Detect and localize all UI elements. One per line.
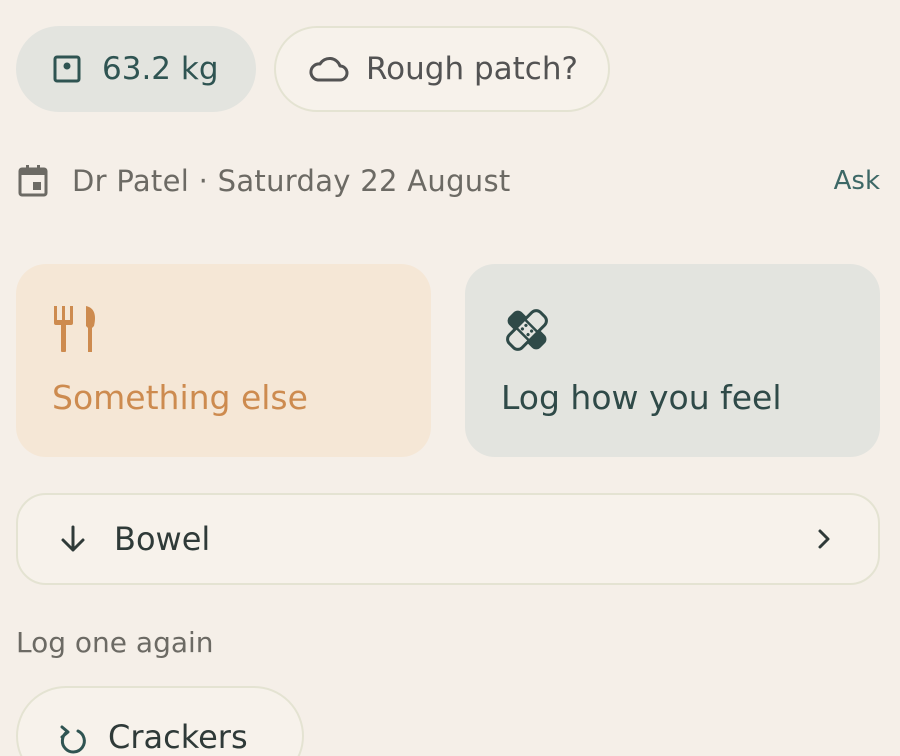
bowel-label: Bowel	[114, 520, 211, 558]
rough-patch-label: Rough patch?	[366, 51, 578, 87]
utensils-icon	[52, 304, 102, 354]
calendar-icon	[16, 163, 50, 199]
cloud-icon	[308, 54, 350, 84]
arrow-down-icon	[58, 524, 88, 554]
something-else-card[interactable]: Something else	[16, 264, 431, 457]
ask-button[interactable]: Ask	[834, 166, 880, 196]
crackers-label: Crackers	[108, 718, 248, 756]
bowel-row[interactable]: Bowel	[16, 493, 880, 585]
log-feel-label: Log how you feel	[501, 378, 782, 417]
weight-label: 63.2 kg	[102, 51, 219, 87]
appointment-row: Dr Patel · Saturday 22 August Ask	[16, 158, 880, 204]
chevron-right-icon	[816, 527, 832, 551]
something-else-label: Something else	[52, 378, 308, 417]
redo-icon	[58, 724, 88, 756]
bandage-icon	[501, 304, 553, 356]
log-again-title: Log one again	[16, 626, 214, 659]
crackers-chip[interactable]: Crackers	[16, 686, 304, 756]
scale-icon	[52, 54, 82, 84]
appointment-text: Dr Patel · Saturday 22 August	[72, 164, 511, 198]
rough-patch-chip[interactable]: Rough patch?	[274, 26, 610, 112]
weight-chip[interactable]: 63.2 kg	[16, 26, 256, 112]
log-feel-card[interactable]: Log how you feel	[465, 264, 880, 457]
